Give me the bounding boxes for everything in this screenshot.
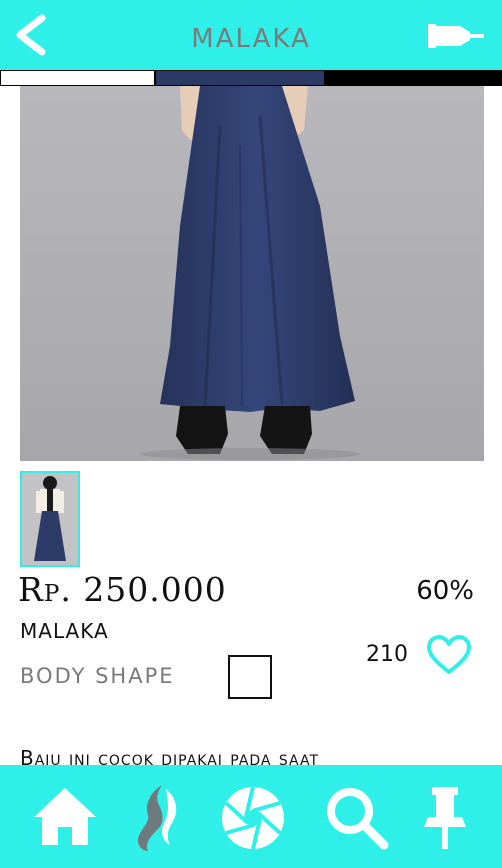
product-image: [20, 86, 484, 461]
nav-pin[interactable]: [410, 783, 480, 853]
color-option-black[interactable]: [325, 70, 502, 86]
nav-search[interactable]: [322, 783, 392, 853]
top-bar: MALAKA: [0, 0, 502, 70]
product-thumbnail[interactable]: [20, 471, 80, 567]
color-selector: [0, 70, 502, 86]
camera-shutter-icon: [222, 786, 284, 850]
nav-home[interactable]: [30, 783, 100, 853]
thumbnail-illustration: [22, 473, 78, 565]
product-name: MALAKA: [20, 619, 109, 643]
pin-icon: [424, 787, 466, 849]
discount-badge: 60%: [416, 576, 474, 606]
plug-button[interactable]: [424, 16, 488, 56]
bottom-nav: [0, 765, 502, 868]
color-option-navy[interactable]: [155, 70, 325, 86]
product-photo-illustration: [140, 86, 360, 460]
home-icon: [34, 788, 96, 845]
nav-camera[interactable]: [218, 783, 288, 853]
color-option-white[interactable]: [0, 70, 155, 86]
body-shape-label: BODY SHAPE: [20, 664, 175, 688]
body-silhouette-icon: [137, 785, 177, 851]
plug-icon: [428, 24, 484, 48]
like-button[interactable]: [426, 634, 472, 676]
search-icon: [327, 788, 389, 850]
product-price: Rp. 250.000: [18, 570, 227, 609]
like-count: 210: [366, 642, 408, 667]
nav-body-shape[interactable]: [122, 783, 192, 853]
body-shape-checkbox[interactable]: [228, 655, 272, 699]
heart-icon: [427, 635, 471, 674]
